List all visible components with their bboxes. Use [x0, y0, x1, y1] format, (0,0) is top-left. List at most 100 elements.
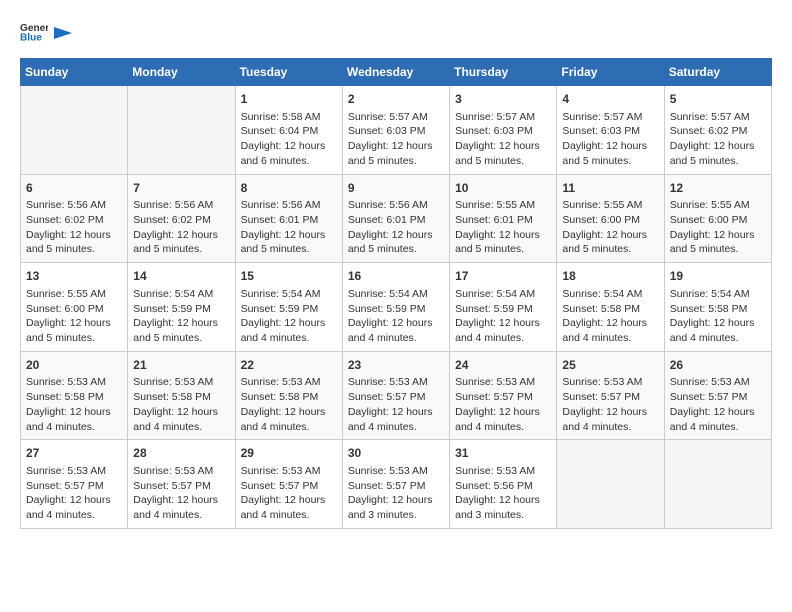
day-info-text: Sunrise: 5:53 AM: [455, 375, 551, 390]
day-number: 13: [26, 268, 122, 285]
day-info-text: Sunset: 6:04 PM: [241, 124, 337, 139]
calendar-day-cell: 27Sunrise: 5:53 AMSunset: 5:57 PMDayligh…: [21, 440, 128, 529]
day-info-text: Sunrise: 5:57 AM: [348, 110, 444, 125]
day-info-text: Sunrise: 5:53 AM: [562, 375, 658, 390]
day-number: 18: [562, 268, 658, 285]
day-info-text: Sunrise: 5:57 AM: [455, 110, 551, 125]
weekday-header-cell: Friday: [557, 59, 664, 86]
day-info-text: Sunrise: 5:55 AM: [670, 198, 766, 213]
day-info-text: Daylight: 12 hours and 4 minutes.: [670, 316, 766, 345]
calendar-day-cell: [557, 440, 664, 529]
day-info-text: Daylight: 12 hours and 5 minutes.: [133, 228, 229, 257]
day-info-text: Sunset: 6:01 PM: [455, 213, 551, 228]
calendar-day-cell: 7Sunrise: 5:56 AMSunset: 6:02 PMDaylight…: [128, 174, 235, 263]
day-info-text: Sunset: 6:03 PM: [455, 124, 551, 139]
day-info-text: Daylight: 12 hours and 5 minutes.: [670, 228, 766, 257]
day-info-text: Sunset: 5:57 PM: [348, 479, 444, 494]
day-info-text: Sunrise: 5:53 AM: [348, 375, 444, 390]
day-number: 16: [348, 268, 444, 285]
calendar-day-cell: 2Sunrise: 5:57 AMSunset: 6:03 PMDaylight…: [342, 86, 449, 175]
calendar-week-row: 1Sunrise: 5:58 AMSunset: 6:04 PMDaylight…: [21, 86, 772, 175]
logo-arrow-icon: [54, 25, 72, 41]
day-number: 3: [455, 91, 551, 108]
day-info-text: Sunrise: 5:55 AM: [26, 287, 122, 302]
day-info-text: Sunset: 5:58 PM: [133, 390, 229, 405]
day-info-text: Sunset: 6:02 PM: [670, 124, 766, 139]
day-info-text: Sunrise: 5:53 AM: [133, 464, 229, 479]
calendar-day-cell: 26Sunrise: 5:53 AMSunset: 5:57 PMDayligh…: [664, 351, 771, 440]
calendar-day-cell: 3 Sunrise: 5:57 AMSunset: 6:03 PMDaylight…: [450, 86, 557, 175]
day-info-text: Daylight: 12 hours and 4 minutes.: [455, 405, 551, 434]
day-info-text: Sunrise: 5:56 AM: [26, 198, 122, 213]
weekday-header-cell: Saturday: [664, 59, 771, 86]
day-info-text: Daylight: 12 hours and 4 minutes.: [348, 405, 444, 434]
day-info-text: Sunset: 5:58 PM: [241, 390, 337, 405]
day-number: 9: [348, 180, 444, 197]
calendar-day-cell: 6Sunrise: 5:56 AMSunset: 6:02 PMDaylight…: [21, 174, 128, 263]
day-info-text: Sunrise: 5:58 AM: [241, 110, 337, 125]
day-info-text: Sunrise: 5:56 AM: [241, 198, 337, 213]
day-number: 20: [26, 357, 122, 374]
calendar-day-cell: 19Sunrise: 5:54 AMSunset: 5:58 PMDayligh…: [664, 263, 771, 352]
day-info-text: Sunset: 5:57 PM: [26, 479, 122, 494]
weekday-header-cell: Thursday: [450, 59, 557, 86]
calendar-week-row: 13Sunrise: 5:55 AMSunset: 6:00 PMDayligh…: [21, 263, 772, 352]
day-info-text: Daylight: 12 hours and 6 minutes.: [241, 139, 337, 168]
day-info-text: Daylight: 12 hours and 4 minutes.: [562, 316, 658, 345]
calendar-body: 1Sunrise: 5:58 AMSunset: 6:04 PMDaylight…: [21, 86, 772, 529]
day-info-text: Daylight: 12 hours and 4 minutes.: [241, 493, 337, 522]
calendar-day-cell: 28Sunrise: 5:53 AMSunset: 5:57 PMDayligh…: [128, 440, 235, 529]
day-info-text: Daylight: 12 hours and 4 minutes.: [241, 316, 337, 345]
calendar-day-cell: 12Sunrise: 5:55 AMSunset: 6:00 PMDayligh…: [664, 174, 771, 263]
day-info-text: Sunrise: 5:53 AM: [241, 375, 337, 390]
weekday-header-row: SundayMondayTuesdayWednesdayThursdayFrid…: [21, 59, 772, 86]
day-number: 5: [670, 91, 766, 108]
day-info-text: Sunrise: 5:54 AM: [241, 287, 337, 302]
day-number: 24: [455, 357, 551, 374]
calendar-week-row: 6Sunrise: 5:56 AMSunset: 6:02 PMDaylight…: [21, 174, 772, 263]
day-info-text: Daylight: 12 hours and 4 minutes.: [133, 493, 229, 522]
logo: General Blue: [20, 20, 72, 42]
day-number: 15: [241, 268, 337, 285]
day-info-text: Sunset: 5:58 PM: [670, 302, 766, 317]
calendar-day-cell: 11Sunrise: 5:55 AMSunset: 6:00 PMDayligh…: [557, 174, 664, 263]
day-number: 21: [133, 357, 229, 374]
day-number: 19: [670, 268, 766, 285]
day-info-text: Daylight: 12 hours and 4 minutes.: [26, 405, 122, 434]
calendar-day-cell: [664, 440, 771, 529]
day-info-text: Sunset: 6:01 PM: [241, 213, 337, 228]
calendar-day-cell: [128, 86, 235, 175]
day-info-text: Daylight: 12 hours and 5 minutes.: [348, 228, 444, 257]
day-number: 4: [562, 91, 658, 108]
day-info-text: Sunrise: 5:54 AM: [348, 287, 444, 302]
day-info-text: Sunrise: 5:53 AM: [241, 464, 337, 479]
day-info-text: Daylight: 12 hours and 5 minutes.: [241, 228, 337, 257]
day-info-text: Daylight: 12 hours and 5 minutes.: [455, 139, 551, 168]
day-number: 26: [670, 357, 766, 374]
day-number: 14: [133, 268, 229, 285]
calendar-day-cell: 10Sunrise: 5:55 AMSunset: 6:01 PMDayligh…: [450, 174, 557, 263]
logo-icon: General Blue: [20, 20, 48, 42]
weekday-header-cell: Wednesday: [342, 59, 449, 86]
day-info-text: Sunrise: 5:53 AM: [455, 464, 551, 479]
calendar-day-cell: 5Sunrise: 5:57 AMSunset: 6:02 PMDaylight…: [664, 86, 771, 175]
calendar-day-cell: 16Sunrise: 5:54 AMSunset: 5:59 PMDayligh…: [342, 263, 449, 352]
weekday-header-cell: Tuesday: [235, 59, 342, 86]
day-number: 1: [241, 91, 337, 108]
day-number: 27: [26, 445, 122, 462]
calendar-day-cell: 30Sunrise: 5:53 AMSunset: 5:57 PMDayligh…: [342, 440, 449, 529]
day-info-text: Daylight: 12 hours and 5 minutes.: [26, 316, 122, 345]
calendar-day-cell: [21, 86, 128, 175]
day-info-text: Sunrise: 5:55 AM: [455, 198, 551, 213]
calendar-day-cell: 8Sunrise: 5:56 AMSunset: 6:01 PMDaylight…: [235, 174, 342, 263]
day-info-text: Sunrise: 5:57 AM: [670, 110, 766, 125]
day-number: 8: [241, 180, 337, 197]
day-info-text: Daylight: 12 hours and 4 minutes.: [562, 405, 658, 434]
day-info-text: Sunset: 6:02 PM: [133, 213, 229, 228]
day-info-text: Sunrise: 5:54 AM: [455, 287, 551, 302]
calendar-day-cell: 24Sunrise: 5:53 AMSunset: 5:57 PMDayligh…: [450, 351, 557, 440]
day-info-text: Sunset: 5:59 PM: [455, 302, 551, 317]
calendar-day-cell: 9Sunrise: 5:56 AMSunset: 6:01 PMDaylight…: [342, 174, 449, 263]
svg-text:Blue: Blue: [20, 32, 42, 42]
day-info-text: Daylight: 12 hours and 4 minutes.: [241, 405, 337, 434]
